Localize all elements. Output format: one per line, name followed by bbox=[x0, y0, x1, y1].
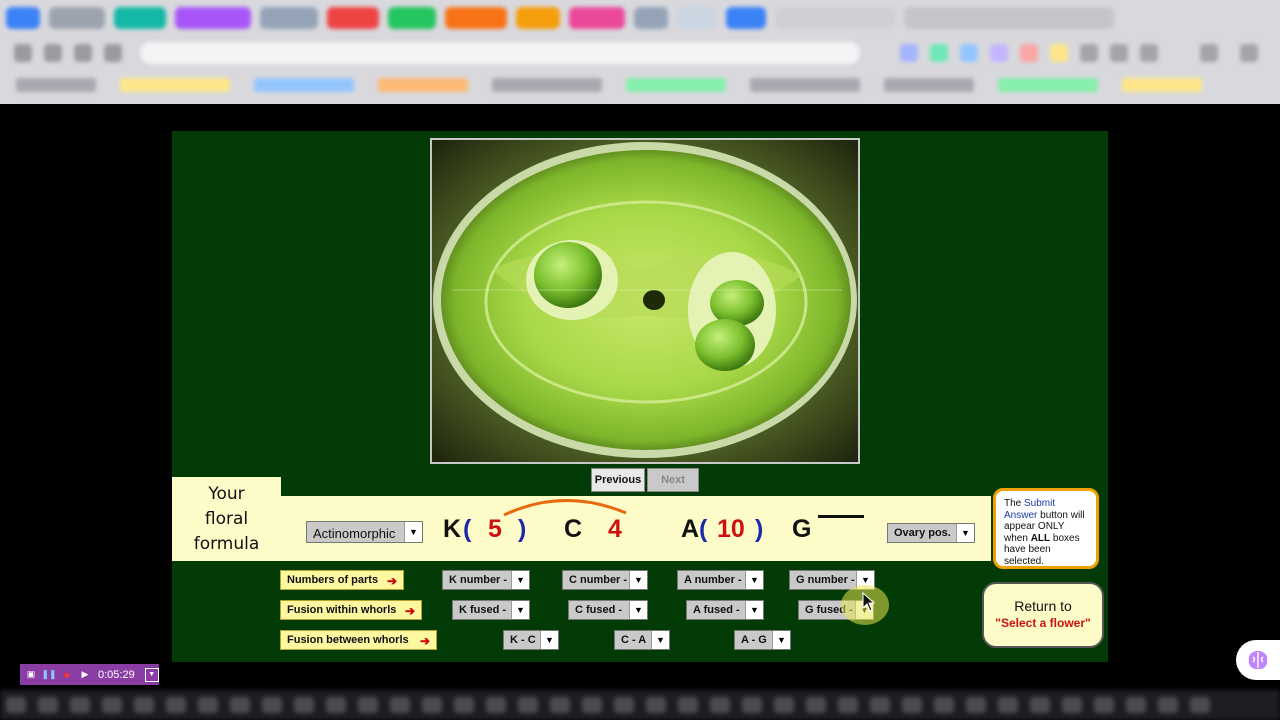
info-emphasis: ALL bbox=[1030, 532, 1051, 544]
calyx-number: 5 bbox=[488, 515, 502, 543]
c-a-fusion-select[interactable]: C - A ▼ bbox=[614, 630, 670, 650]
address-row bbox=[0, 38, 1280, 66]
androecium-number: 10 bbox=[717, 515, 745, 543]
select-value: A fused - bbox=[693, 604, 740, 616]
row-label-numbers-of-parts: Numbers of parts ➔ bbox=[280, 570, 404, 590]
gynoecium-letter: G bbox=[792, 515, 812, 543]
select-value: K fused - bbox=[459, 604, 507, 616]
calyx-close-paren: ) bbox=[518, 515, 527, 543]
row-label-fusion-between-whorls: Fusion between whorls ➔ bbox=[280, 630, 437, 650]
previous-button[interactable]: Previous bbox=[591, 468, 645, 492]
select-value: G number - bbox=[796, 574, 855, 586]
chevron-down-icon: ▼ bbox=[629, 601, 647, 619]
os-taskbar bbox=[0, 690, 1280, 720]
info-text: The bbox=[1004, 498, 1025, 509]
c-number-select[interactable]: C number - ▼ bbox=[562, 570, 648, 590]
extension-badge[interactable] bbox=[1236, 640, 1280, 680]
a-g-fusion-select[interactable]: A - G ▼ bbox=[734, 630, 791, 650]
chevron-down-icon: ▼ bbox=[404, 522, 422, 542]
return-to-select-flower-button[interactable]: Return to "Select a flower" bbox=[982, 582, 1104, 648]
row-label-fusion-within-whorls: Fusion within whorls ➔ bbox=[280, 600, 422, 620]
floral-formula-app: Previous Next Your floral formula Actino… bbox=[172, 131, 1108, 662]
chevron-down-icon[interactable]: ▼ bbox=[144, 667, 159, 682]
formula-label-line1: Your bbox=[208, 483, 245, 504]
ovary-position-select[interactable]: Ovary pos. ▼ bbox=[887, 523, 975, 543]
submit-info-box: The Submit Answer button will appear ONL… bbox=[993, 488, 1099, 569]
symmetry-value: Actinomorphic bbox=[313, 526, 396, 541]
address-bar[interactable] bbox=[140, 42, 860, 64]
select-value: C number - bbox=[569, 574, 628, 586]
arrow-right-icon: ➔ bbox=[404, 604, 415, 618]
browser-chrome bbox=[0, 0, 1280, 104]
select-value: A number - bbox=[684, 574, 742, 586]
browser-tabs[interactable] bbox=[0, 4, 1280, 32]
chevron-down-icon: ▼ bbox=[745, 601, 763, 619]
chevron-down-icon: ▼ bbox=[772, 631, 790, 649]
play-icon[interactable]: ▶ bbox=[78, 668, 92, 682]
a-number-select[interactable]: A number - ▼ bbox=[677, 570, 764, 590]
return-button-line2: "Select a flower" bbox=[995, 616, 1091, 630]
screen-recorder-widget: ▣ ❚❚ ■ ▶ 0:05:29 ▼ bbox=[20, 664, 159, 685]
select-value: C fused - bbox=[575, 604, 623, 616]
select-value: K - C bbox=[510, 634, 536, 646]
chevron-down-icon: ▼ bbox=[745, 571, 763, 589]
k-number-select[interactable]: K number - ▼ bbox=[442, 570, 530, 590]
return-button-line1: Return to bbox=[1014, 598, 1072, 614]
row-label-text: Numbers of parts bbox=[287, 574, 379, 586]
ovary-cross-section-photo bbox=[432, 140, 858, 462]
row-label-text: Fusion within whorls bbox=[287, 604, 397, 616]
chevron-down-icon: ▼ bbox=[540, 631, 558, 649]
select-value: K number - bbox=[449, 574, 508, 586]
formula-label-line3: formula bbox=[193, 533, 260, 554]
calyx-open-paren: ( bbox=[463, 515, 472, 543]
symmetry-select[interactable]: Actinomorphic ▼ bbox=[306, 521, 423, 543]
corolla-letter: C bbox=[564, 515, 583, 543]
chevron-down-icon: ▼ bbox=[956, 524, 974, 542]
camera-icon[interactable]: ▣ bbox=[24, 668, 38, 682]
fusion-arc bbox=[503, 499, 627, 517]
your-floral-formula-label: Your floral formula bbox=[172, 477, 281, 561]
k-c-fusion-select[interactable]: K - C ▼ bbox=[503, 630, 559, 650]
chevron-down-icon: ▼ bbox=[511, 601, 529, 619]
flower-photo-frame bbox=[430, 138, 860, 464]
next-button[interactable]: Next bbox=[647, 468, 699, 492]
chevron-down-icon: ▼ bbox=[651, 631, 669, 649]
androecium-open-paren: ( bbox=[699, 515, 708, 543]
stop-icon[interactable]: ■ bbox=[60, 668, 74, 682]
chevron-down-icon: ▼ bbox=[511, 571, 529, 589]
select-value: C - A bbox=[621, 634, 647, 646]
androecium-letter: A bbox=[681, 515, 700, 543]
calyx-letter: K bbox=[443, 515, 462, 543]
row-label-text: Fusion between whorls bbox=[287, 634, 409, 646]
pause-icon[interactable]: ❚❚ bbox=[41, 668, 56, 682]
k-fused-select[interactable]: K fused - ▼ bbox=[452, 600, 530, 620]
chevron-down-icon: ▼ bbox=[629, 571, 647, 589]
ovary-position-value: Ovary pos. bbox=[894, 527, 951, 539]
select-value: A - G bbox=[741, 634, 767, 646]
bookmarks-bar bbox=[0, 72, 1280, 98]
brain-icon bbox=[1248, 651, 1268, 669]
superior-ovary-line bbox=[818, 515, 864, 518]
corolla-number: 4 bbox=[608, 515, 622, 543]
androecium-close-paren: ) bbox=[755, 515, 764, 543]
c-fused-select[interactable]: C fused - ▼ bbox=[568, 600, 648, 620]
arrow-right-icon: ➔ bbox=[386, 574, 397, 588]
arrow-right-icon: ➔ bbox=[419, 634, 430, 648]
mouse-pointer-icon bbox=[862, 592, 876, 612]
formula-label-line2: floral bbox=[204, 508, 249, 529]
a-fused-select[interactable]: A fused - ▼ bbox=[686, 600, 764, 620]
recording-time: 0:05:29 bbox=[98, 668, 135, 681]
